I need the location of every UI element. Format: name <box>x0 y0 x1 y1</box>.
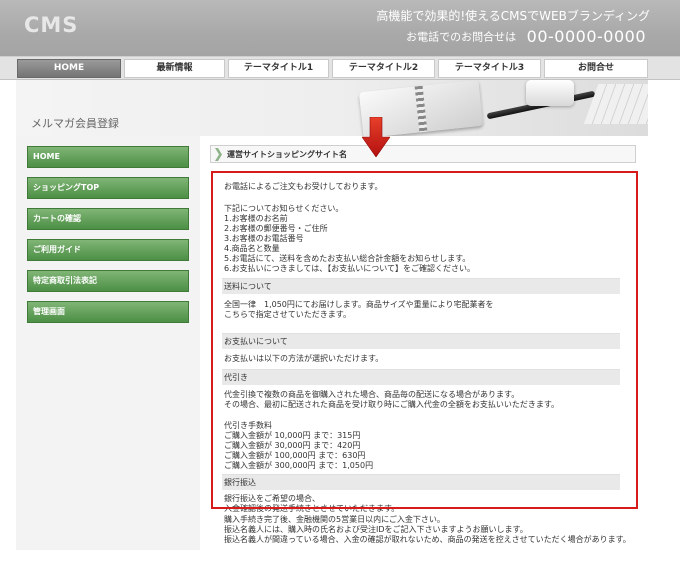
chevron-right-icon <box>215 148 222 161</box>
nav-home[interactable]: HOME <box>17 59 121 78</box>
shipping-text: こちらで指定させていただきます。 <box>224 310 351 319</box>
sidebar-item-guide[interactable]: ご利用ガイド <box>27 239 189 261</box>
sidebar-item-cart[interactable]: カートの確認 <box>27 208 189 230</box>
phone-image <box>526 80 574 106</box>
section-heading-bank: 銀行振込 <box>222 474 620 490</box>
site-header: CMS 高機能で効果的!使えるCMSでWEBブランディング お電話でのお問合せは… <box>0 0 680 56</box>
section-heading-shipping: 送料について <box>222 278 620 294</box>
nav-theme-3[interactable]: テーマタイトル3 <box>438 59 541 78</box>
intro-text: お電話によるご注文もお受けしております。 <box>224 182 383 191</box>
page-heading: 運営サイトショッピングサイト名 <box>210 145 636 163</box>
contact-label: お電話でのお問合せは <box>406 30 517 44</box>
sidebar-item-home[interactable]: HOME <box>27 146 189 168</box>
bank-text: 振込名義人が間違っている場合、入金の確認が取れないため、商品の発送を控えさせてい… <box>224 535 631 544</box>
cod-text: その場合、最初に配送された商品を受け取り時にご購入代金の全額をお支払いいただきま… <box>224 400 560 409</box>
sidebar-item-admin[interactable]: 管理画面 <box>27 301 189 323</box>
nav-contact[interactable]: お問合せ <box>544 59 648 78</box>
sidebar-item-legal[interactable]: 特定商取引法表記 <box>27 270 189 292</box>
site-logo[interactable]: CMS <box>24 13 78 37</box>
header-contact: お電話でのお問合せは 00-0000-0000 <box>406 27 646 46</box>
payment-text: お支払いは以下の方法が選択いただけます。 <box>224 354 384 363</box>
section-heading-cod: 代引き <box>222 369 620 385</box>
cod-fee-row: ご購入金額が 300,000円 まで：1,050円 <box>224 461 374 470</box>
header-tagline: 高機能で効果的!使えるCMSでWEBブランディング <box>376 9 650 23</box>
section-heading-payment: お支払いについて <box>222 333 620 349</box>
hero-banner: メルマガ会員登録 <box>16 80 648 136</box>
hero-title: メルマガ会員登録 <box>31 117 119 130</box>
keyboard-image <box>583 84 648 124</box>
page-title: 運営サイトショッピングサイト名 <box>227 150 347 159</box>
list-item: 6.お支払いにつきましては、【お支払いについて】をご確認ください。 <box>224 264 475 273</box>
nav-theme-1[interactable]: テーマタイトル1 <box>228 59 329 78</box>
sidebar-item-shopping-top[interactable]: ショッピングTOP <box>27 177 189 199</box>
global-nav: HOME 最新情報 テーマタイトル1 テーマタイトル2 テーマタイトル3 お問合… <box>0 56 680 80</box>
nav-theme-2[interactable]: テーマタイトル2 <box>332 59 435 78</box>
nav-news[interactable]: 最新情報 <box>124 59 225 78</box>
bank-text: 入金確認後の発送手続きとさせていただきます。 <box>224 504 400 513</box>
arrow-down-icon <box>362 117 390 157</box>
contact-phone: 00-0000-0000 <box>526 27 646 46</box>
